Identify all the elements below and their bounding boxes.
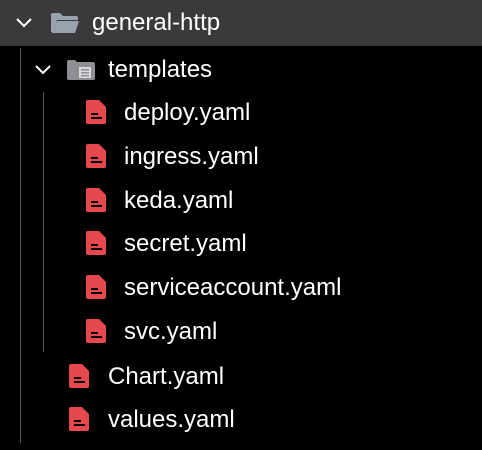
- tree-item-serviceaccount-yaml[interactable]: serviceaccount.yaml: [0, 266, 482, 310]
- tree-item-ingress-yaml[interactable]: ingress.yaml: [0, 135, 482, 179]
- tree-item-label: values.yaml: [108, 406, 235, 433]
- tree-item-keda-yaml[interactable]: keda.yaml: [0, 179, 482, 223]
- folder-open-icon: [50, 10, 80, 36]
- tree-item-label: serviceaccount.yaml: [124, 274, 342, 301]
- tree-item-values-yaml[interactable]: values.yaml: [0, 398, 482, 442]
- tree-item-label: keda.yaml: [124, 187, 234, 214]
- yaml-file-icon: [85, 187, 107, 213]
- tree-item-label: ingress.yaml: [124, 143, 259, 170]
- file-explorer-tree: general-http templates deploy.yaml ingre…: [0, 0, 482, 450]
- tree-item-label: Chart.yaml: [108, 363, 225, 390]
- yaml-file-icon: [85, 230, 107, 256]
- tree-item-label: secret.yaml: [124, 230, 247, 257]
- yaml-file-icon: [85, 318, 107, 344]
- tree-item-deploy-yaml[interactable]: deploy.yaml: [0, 91, 482, 135]
- yaml-file-icon: [68, 363, 90, 389]
- tree-item-secret-yaml[interactable]: secret.yaml: [0, 222, 482, 266]
- tree-item-chart-yaml[interactable]: Chart.yaml: [0, 355, 482, 399]
- folder-templates-icon: [66, 58, 96, 82]
- tree-item-label: deploy.yaml: [124, 99, 251, 126]
- yaml-file-icon: [85, 99, 107, 125]
- tree-item-general-http[interactable]: general-http: [0, 0, 482, 46]
- tree-item-label: templates: [108, 56, 213, 83]
- tree-item-svc-yaml[interactable]: svc.yaml: [0, 310, 482, 354]
- tree-item-label: general-http: [92, 9, 221, 36]
- tree-item-templates[interactable]: templates: [0, 48, 482, 92]
- chevron-down-icon[interactable]: [32, 59, 54, 81]
- yaml-file-icon: [85, 274, 107, 300]
- yaml-file-icon: [68, 406, 90, 432]
- chevron-down-icon[interactable]: [13, 12, 35, 34]
- yaml-file-icon: [85, 143, 107, 169]
- tree-item-label: svc.yaml: [124, 318, 218, 345]
